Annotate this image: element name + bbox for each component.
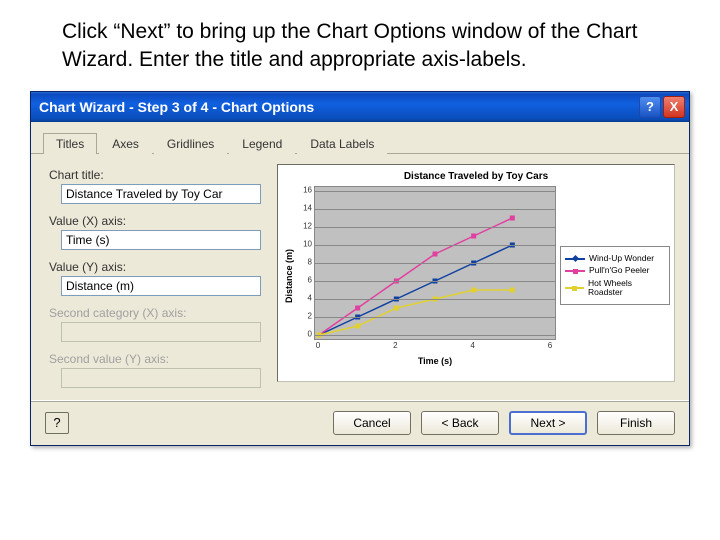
cancel-button[interactable]: Cancel (333, 411, 411, 435)
input-chart-title[interactable] (61, 184, 261, 204)
preview-chart-title: Distance Traveled by Toy Cars (282, 171, 670, 182)
input-value-x[interactable] (61, 230, 261, 250)
tab-gridlines[interactable]: Gridlines (154, 133, 227, 154)
chart-wizard-window: Chart Wizard - Step 3 of 4 - Chart Optio… (30, 91, 690, 446)
window-title: Chart Wizard - Step 3 of 4 - Chart Optio… (39, 99, 637, 115)
tab-strip: Titles Axes Gridlines Legend Data Labels (31, 122, 689, 154)
tab-legend[interactable]: Legend (229, 133, 295, 154)
input-value-y[interactable] (61, 276, 261, 296)
label-chart-title: Chart title: (49, 168, 265, 182)
dialog-help-button[interactable]: ? (45, 412, 69, 434)
tab-axes[interactable]: Axes (99, 133, 152, 154)
x-ticks: 0246 (314, 340, 556, 354)
tab-titles[interactable]: Titles (43, 133, 97, 154)
label-second-x: Second category (X) axis: (49, 306, 265, 320)
titlebar-help-button[interactable]: ? (639, 96, 661, 118)
preview-xlabel: Time (s) (314, 356, 556, 366)
tab-data-labels[interactable]: Data Labels (297, 133, 387, 154)
titles-panel: Chart title: Value (X) axis: Value (Y) a… (31, 154, 689, 400)
label-second-y: Second value (Y) axis: (49, 352, 265, 366)
preview-ylabel: Distance (m) (284, 249, 294, 303)
titlebar-close-button[interactable]: X (663, 96, 685, 118)
next-button[interactable]: Next > (509, 411, 587, 435)
titlebar[interactable]: Chart Wizard - Step 3 of 4 - Chart Optio… (31, 92, 689, 122)
button-bar: ? Cancel < Back Next > Finish (31, 400, 689, 445)
label-value-x: Value (X) axis: (49, 214, 265, 228)
label-value-y: Value (Y) axis: (49, 260, 265, 274)
form-column: Chart title: Value (X) axis: Value (Y) a… (45, 164, 265, 394)
input-second-x (61, 322, 261, 342)
back-button[interactable]: < Back (421, 411, 499, 435)
chart-preview: Distance Traveled by Toy Cars Distance (… (277, 164, 675, 382)
instruction-text: Click “Next” to bring up the Chart Optio… (0, 0, 720, 83)
legend: Wind-Up WonderPull'n'Go PeelerHot Wheels… (560, 246, 670, 305)
input-second-y (61, 368, 261, 388)
y-ticks: 0246810121416 (296, 186, 314, 348)
plot-area (314, 186, 556, 340)
finish-button[interactable]: Finish (597, 411, 675, 435)
